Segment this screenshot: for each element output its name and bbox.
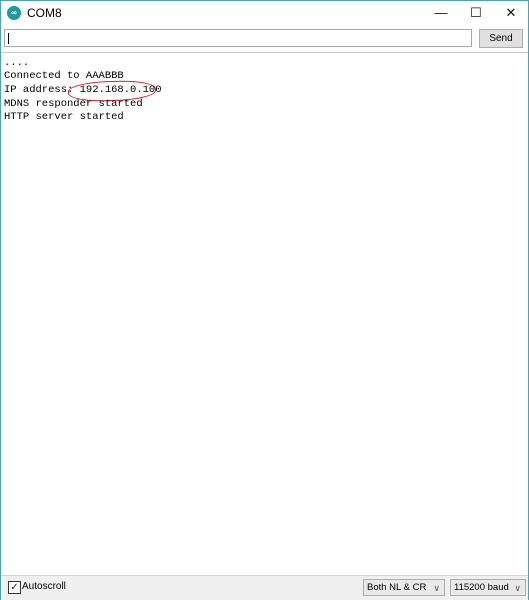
serial-output: .... Connected to AAABBB IP address: 192…: [1, 52, 528, 574]
line-ending-select[interactable]: Both NL & CR ∨: [363, 579, 445, 596]
title-bar: ∞ COM8 — ☐ ✕: [1, 1, 528, 25]
arduino-icon: ∞: [7, 6, 21, 20]
serial-input[interactable]: [4, 29, 472, 47]
baud-rate-select[interactable]: 115200 baud ∨: [450, 579, 526, 596]
maximize-button[interactable]: ☐: [458, 1, 494, 25]
baud-rate-value: 115200 baud: [454, 582, 509, 593]
output-line: ....: [4, 57, 30, 69]
send-button[interactable]: Send: [479, 29, 523, 48]
chevron-down-icon: ∨: [433, 583, 440, 593]
input-row: Send: [1, 27, 528, 51]
text-caret: [8, 33, 9, 44]
minimize-button[interactable]: —: [423, 1, 459, 25]
footer-bar: ✓ Autoscroll Both NL & CR ∨ 115200 baud …: [1, 575, 528, 600]
window-title: COM8: [27, 6, 62, 20]
line-ending-value: Both NL & CR: [367, 582, 427, 593]
autoscroll-label: Autoscroll: [22, 581, 66, 592]
output-line: MDNS responder started: [4, 98, 143, 110]
autoscroll-checkbox[interactable]: ✓: [8, 581, 21, 594]
chevron-down-icon: ∨: [514, 583, 521, 593]
serial-monitor-window: ∞ COM8 — ☐ ✕ Send .... Connected to AAAB…: [0, 0, 529, 600]
output-line: HTTP server started: [4, 111, 124, 123]
close-button[interactable]: ✕: [493, 1, 529, 25]
